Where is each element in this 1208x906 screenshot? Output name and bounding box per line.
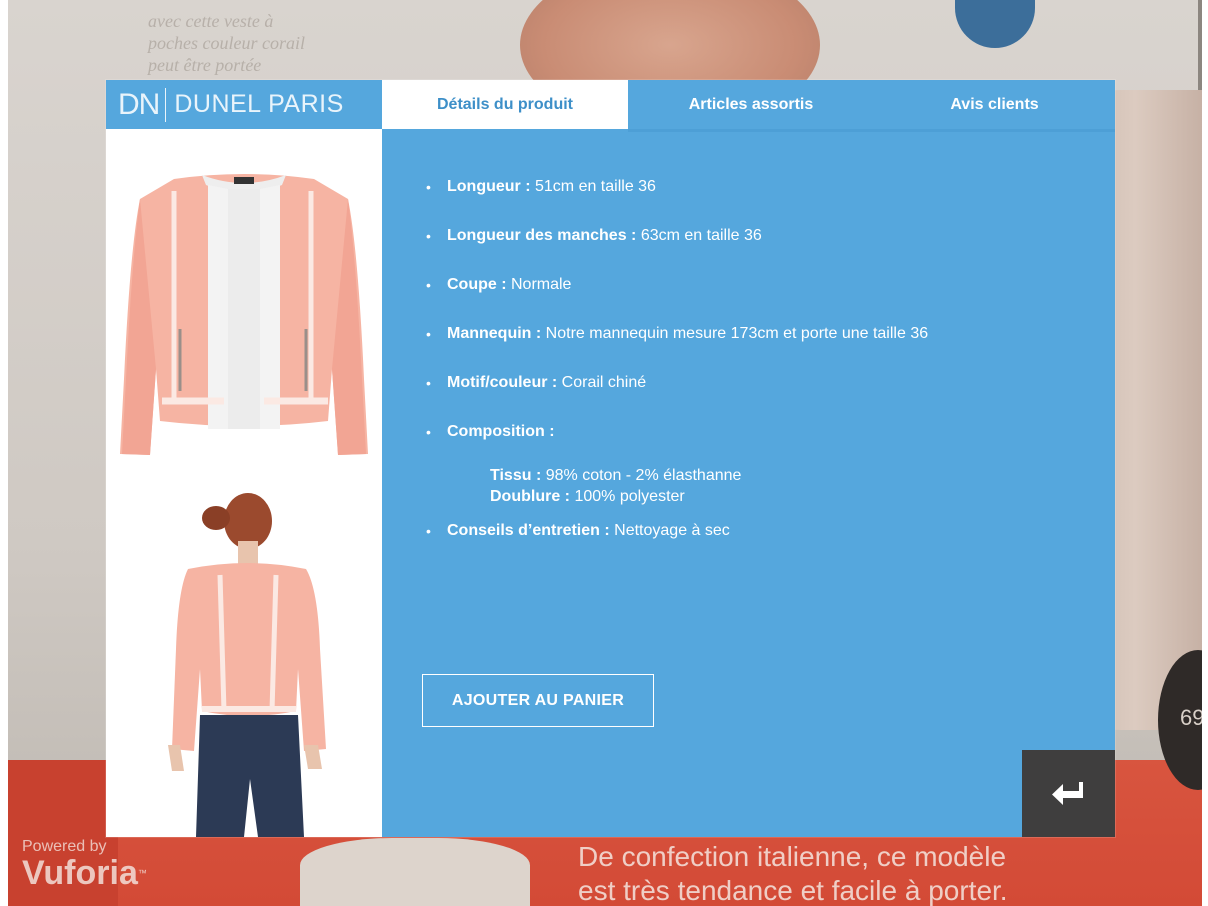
frame-border-right (1202, 0, 1208, 906)
vuforia-watermark: Powered by Vuforia™ (22, 838, 147, 890)
composition-lining: Doublure : 100% polyester (490, 488, 685, 505)
spec-care: Conseils d’entretien : Nettoyage à sec (422, 521, 1102, 541)
product-panel: DN DUNEL PARIS Détails du produit Articl… (106, 80, 1115, 837)
product-details-content: Longueur : 51cm en taille 36 Longueur de… (382, 129, 1115, 837)
spec-sleeve-length: Longueur des manches : 63cm en taille 36 (422, 226, 1102, 275)
spec-list: Longueur : 51cm en taille 36 Longueur de… (422, 177, 1102, 541)
brand-logo: DN DUNEL PARIS (106, 80, 382, 129)
jacket-front-image[interactable] (120, 174, 368, 455)
add-to-cart-button[interactable]: AJOUTER AU PANIER (422, 674, 654, 727)
return-arrow-icon (1051, 781, 1083, 805)
tab-bar: Détails du produit Articles assortis Avi… (382, 80, 1115, 129)
tab-customer-reviews[interactable]: Avis clients (874, 80, 1115, 129)
vuforia-logo: Vuforia™ (22, 854, 147, 892)
magazine-text-bottom: De confection italienne, ce modèle est t… (578, 841, 1008, 906)
back-button[interactable] (1022, 750, 1115, 837)
magazine-price-fragment: 69 (1180, 705, 1205, 730)
product-images (106, 129, 382, 837)
spec-fit: Coupe : Normale (422, 275, 1102, 324)
brand-monogram: DN (118, 87, 167, 122)
magazine-photo-bottom (300, 838, 530, 906)
spec-length: Longueur : 51cm en taille 36 (422, 177, 1102, 226)
spec-pattern-color: Motif/couleur : Corail chiné (422, 373, 1102, 422)
jacket-back-image[interactable] (168, 493, 326, 837)
tab-product-details[interactable]: Détails du produit (382, 80, 628, 129)
spec-composition: Composition : (422, 422, 1102, 471)
composition-details: Tissu : 98% coton - 2% élasthanne Doublu… (422, 465, 1102, 507)
frame-border-left (0, 0, 8, 906)
spec-model: Mannequin : Notre mannequin mesure 173cm… (422, 324, 1102, 373)
magazine-text-top: avec cette veste à poches couleur corail… (148, 11, 305, 75)
brand-name: DUNEL PARIS (174, 90, 344, 118)
tab-matching-items[interactable]: Articles assortis (628, 80, 874, 129)
product-images-svg (120, 174, 368, 837)
